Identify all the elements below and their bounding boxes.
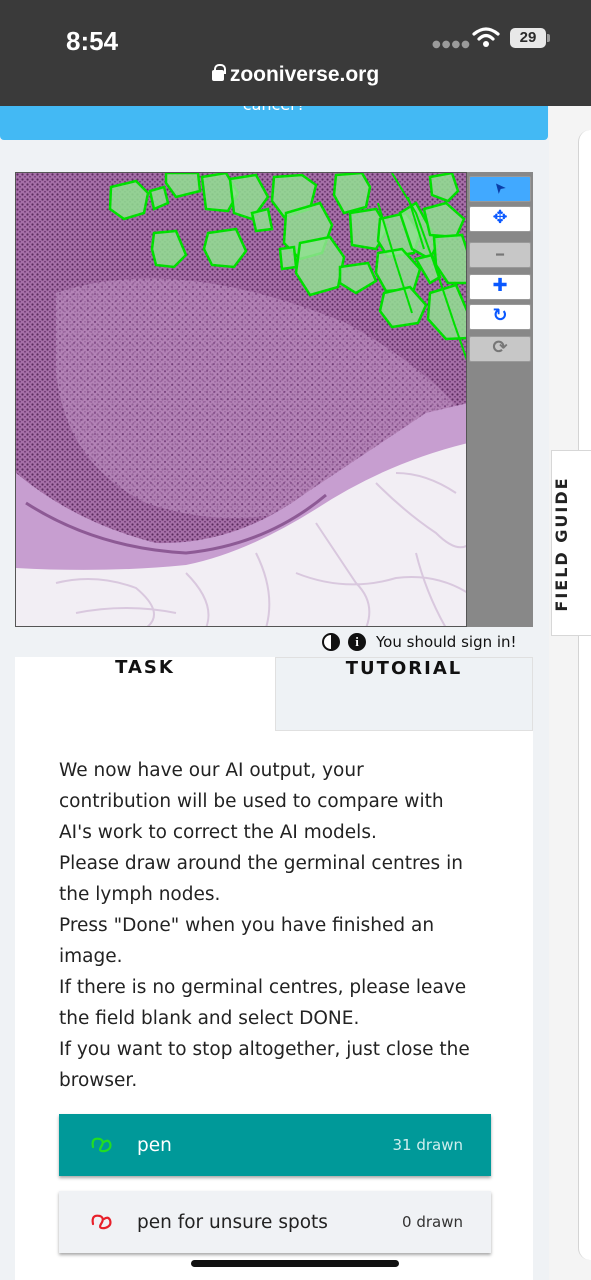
wifi-icon: [472, 27, 500, 47]
instruction-line: Please draw around the germinal centres …: [59, 853, 463, 874]
instruction-line: browser.: [59, 1070, 138, 1091]
signin-row: i You should sign in!: [322, 630, 517, 654]
rotate-button[interactable]: ↻: [469, 304, 531, 330]
address-bar[interactable]: zooniverse.org: [0, 63, 591, 87]
refresh-icon: ⟳: [492, 337, 508, 358]
question-banner: cancer?: [0, 106, 548, 140]
zoom-in-button[interactable]: ✚: [469, 274, 531, 300]
tab-tutorial[interactable]: TUTORIAL: [275, 657, 533, 731]
subject-viewer: ➤ ✥ ━ ✚ ↻ ⟳: [15, 172, 533, 627]
instruction-line: image.: [59, 946, 123, 967]
task-instructions: We now have our AI output, your contribu…: [59, 755, 499, 1096]
minus-icon: ━: [496, 248, 504, 263]
instruction-line: AI's work to correct the AI models.: [59, 822, 377, 843]
url-text: zooniverse.org: [229, 63, 380, 86]
instruction-line: If you want to stop altogether, just clo…: [59, 1039, 470, 1060]
pen-tool-label: pen: [137, 1134, 172, 1156]
zoom-out-button[interactable]: ━: [469, 242, 531, 268]
signin-text[interactable]: You should sign in!: [376, 633, 517, 651]
banner-text: cancer?: [0, 106, 548, 114]
status-bar: 8:54 ●●●● 29 zooniverse.org: [0, 0, 591, 106]
unsure-pen-tool-label: pen for unsure spots: [137, 1211, 328, 1233]
subject-image[interactable]: [15, 172, 467, 627]
rotate-icon: ↻: [492, 305, 508, 326]
task-panel: TASK TUTORIAL We now have our AI output,…: [15, 657, 533, 1280]
lock-icon: [211, 64, 226, 81]
instruction-line: the field blank and select DONE.: [59, 1008, 360, 1029]
contrast-icon[interactable]: [322, 633, 340, 651]
instruction-line: Press "Done" when you have finished an: [59, 915, 435, 936]
pen-tool-count: 31 drawn: [392, 1136, 463, 1154]
instruction-line: We now have our AI output, your: [59, 760, 364, 781]
battery-tip: [547, 34, 550, 42]
plus-icon: ✚: [492, 275, 508, 296]
info-icon[interactable]: i: [348, 633, 366, 651]
tissue-image[interactable]: [16, 173, 467, 627]
instruction-line: the lymph nodes.: [59, 884, 221, 905]
arrow-pointer-icon: ➤: [489, 177, 511, 198]
signal-dots-icon: ●●●●: [432, 39, 471, 50]
unsure-pen-tool-button[interactable]: pen for unsure spots 0 drawn: [59, 1191, 491, 1253]
freehand-green-icon: [91, 1137, 112, 1153]
tab-task[interactable]: TASK: [15, 657, 275, 731]
freehand-red-icon: [91, 1214, 112, 1230]
battery-icon: 29: [510, 28, 546, 48]
unsure-pen-tool-count: 0 drawn: [402, 1213, 463, 1231]
clock: 8:54: [66, 26, 119, 56]
instruction-line: If there is no germinal centres, please …: [59, 977, 467, 998]
home-indicator[interactable]: [191, 1260, 399, 1267]
field-guide-label: FIELD GUIDE: [552, 476, 571, 612]
move-arrows-icon: ✥: [492, 207, 508, 228]
annotate-tool-button[interactable]: ➤: [469, 176, 531, 202]
instruction-line: contribution will be used to compare wit…: [59, 791, 444, 812]
reset-button[interactable]: ⟳: [469, 336, 531, 362]
field-guide-tab[interactable]: FIELD GUIDE: [551, 450, 591, 636]
pen-tool-button[interactable]: pen 31 drawn: [59, 1114, 491, 1176]
move-tool-button[interactable]: ✥: [469, 206, 531, 232]
scroll-edge: [578, 130, 591, 1260]
